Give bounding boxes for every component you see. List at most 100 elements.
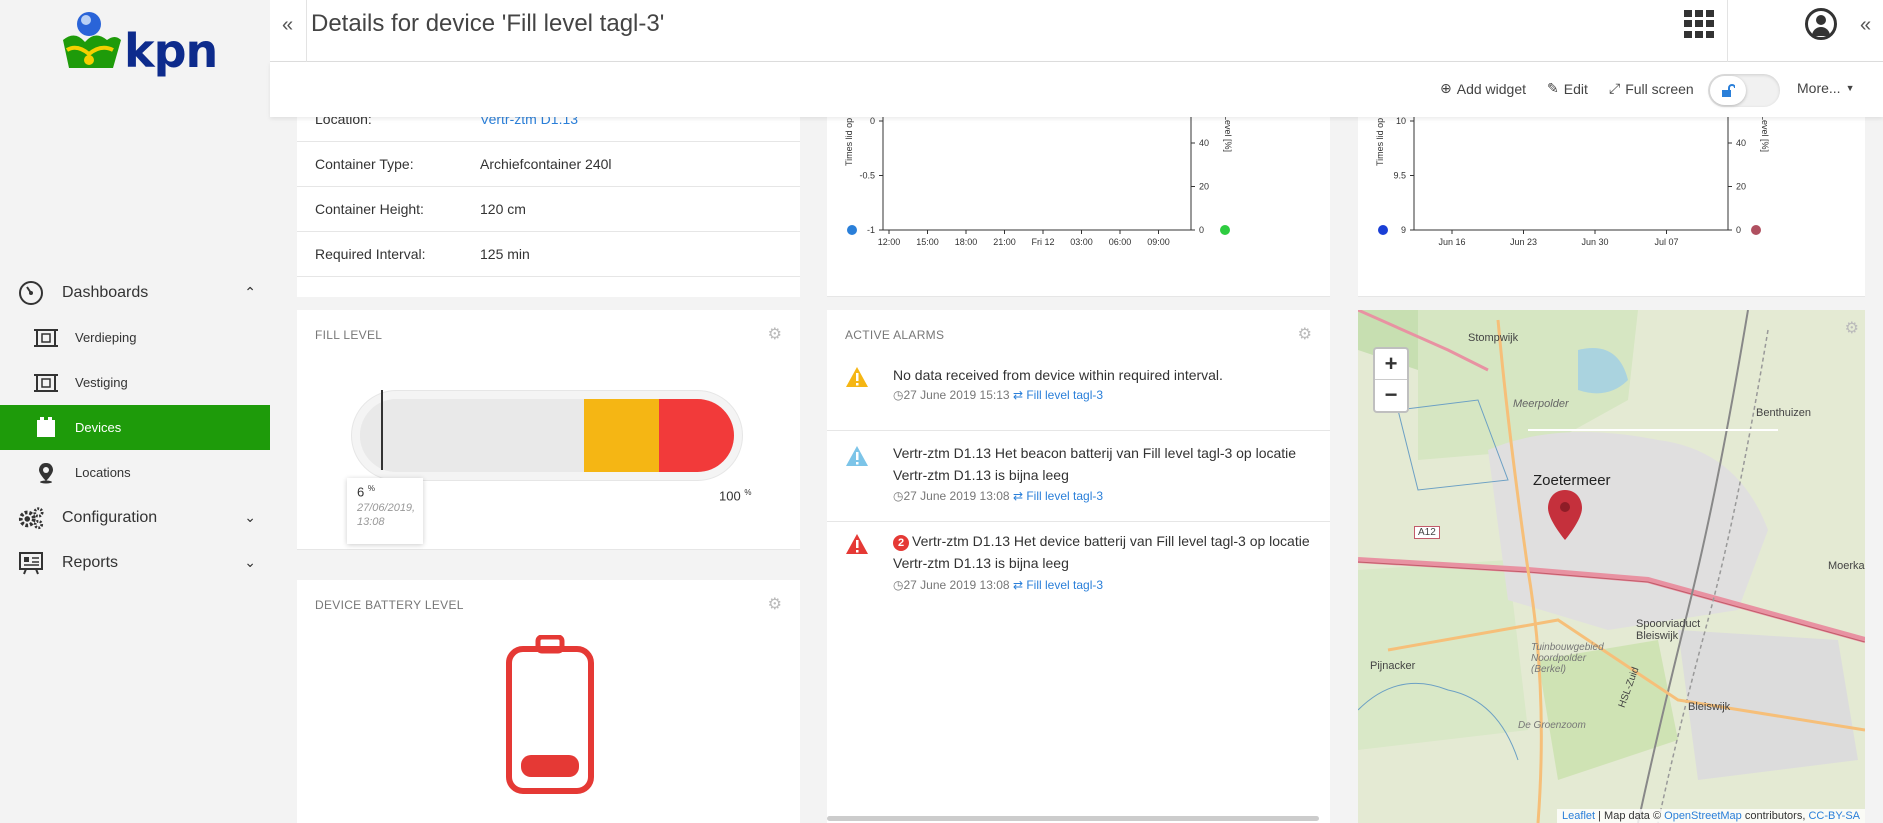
gear-icon[interactable]: ⚙ (768, 594, 782, 614)
y-axis-label-right: Level [%] (1223, 117, 1233, 152)
floorplan-icon (34, 327, 58, 349)
sidebar-item-label: Verdieping (75, 330, 137, 345)
alarm-device-link[interactable]: Fill level tagl-3 (1026, 578, 1103, 592)
info-key: Container Type: (315, 156, 414, 172)
lock-toggle[interactable] (1708, 74, 1780, 107)
map-label: Pijnacker (1370, 660, 1416, 672)
x-tick-label: 03:00 (1070, 237, 1093, 247)
floorplan-icon (34, 372, 58, 394)
y-tick-label: 9.5 (1393, 171, 1406, 181)
alarm-time: 27 June 2019 13:08 (903, 489, 1010, 503)
gear-icon[interactable]: ⚙ (768, 324, 782, 344)
y-tick-label: 10 (1396, 117, 1406, 126)
info-value: Archiefcontainer 240l (480, 156, 612, 172)
fill-level-gauge (351, 390, 743, 481)
max-unit: % (744, 488, 752, 497)
x-tick-label: Jun 30 (1581, 237, 1608, 247)
device-info-widget: Location: Vertr-ztm D1.13 Container Type… (297, 117, 800, 297)
alarm-device-link[interactable]: Fill level tagl-3 (1026, 388, 1103, 402)
battery-low-icon (506, 635, 594, 794)
warning-icon (846, 367, 868, 387)
series-legend-dot (1220, 225, 1230, 235)
x-tick-label: Jun 23 (1510, 237, 1537, 247)
more-label: More... (1797, 80, 1841, 96)
chevron-up-icon: ⌃ (244, 284, 256, 300)
y-axis-label-left: Times lid op (844, 118, 854, 166)
fill-max-label: 100 % (719, 488, 751, 503)
plus-circle-icon: ⊕ (1440, 80, 1452, 96)
max-value: 100 (719, 488, 741, 504)
osm-link[interactable]: OpenStreetMap (1664, 810, 1742, 822)
clock-icon: ◷ (893, 578, 904, 592)
expand-icon: ⤢ (1609, 80, 1621, 96)
license-link[interactable]: CC-BY-SA (1808, 810, 1860, 822)
x-tick-label: 18:00 (955, 237, 978, 247)
zoom-in-button[interactable]: + (1375, 349, 1407, 380)
chart-svg: 10 9.5 9 40 20 0 Jun 16 Jun 23 Jun 30 Jul 07 Times… (1375, 117, 1770, 247)
gear-icon[interactable]: ⚙ (1845, 318, 1859, 338)
horizontal-scrollbar[interactable] (827, 816, 1319, 821)
gear-icon[interactable]: ⚙ (1298, 324, 1312, 344)
info-value: 125 min (480, 246, 530, 262)
kpn-logo[interactable]: kpn (55, 10, 225, 85)
y-axis-label-right: Level [%] (1760, 117, 1770, 152)
add-widget-button[interactable]: ⊕ Add widget (1440, 80, 1526, 97)
zoom-out-button[interactable]: − (1375, 380, 1407, 411)
map-label: Bleiswijk (1688, 701, 1731, 713)
battery-level-widget: DEVICE BATTERY LEVEL ⚙ (297, 580, 800, 823)
sidebar-item-configuration[interactable]: Configuration ⌄ (0, 495, 270, 540)
x-tick-label: Jun 16 (1438, 237, 1465, 247)
more-dropdown[interactable]: More... ▼ (1797, 80, 1855, 96)
chevron-down-icon: ⌄ (244, 509, 256, 525)
y-tick-label-right: 20 (1199, 182, 1209, 192)
sidebar-item-dashboards[interactable]: Dashboards ⌃ (0, 270, 270, 315)
alarm-item[interactable]: No data received from device within requ… (827, 355, 1330, 431)
x-tick-label: Jul 07 (1654, 237, 1678, 247)
full-screen-button[interactable]: ⤢ Full screen (1609, 80, 1694, 97)
alarm-item[interactable]: 2 Vertr-ztm D1.13 Het device batterij van… (827, 522, 1330, 613)
sidebar-item-devices[interactable]: Devices (0, 405, 270, 450)
critical-icon (846, 534, 868, 554)
map-widget[interactable]: + − ⚙ Stompwijk Meerpolder Benthuizen Zo… (1358, 310, 1865, 823)
info-value: 120 cm (480, 201, 526, 217)
map-attribution: Leaflet | Map data © OpenStreetMap contr… (1557, 809, 1865, 823)
sidebar-item-reports[interactable]: Reports ⌄ (0, 540, 270, 585)
sidebar-item-verdieping[interactable]: Verdieping (0, 315, 270, 360)
y-tick-label-right: 40 (1736, 138, 1746, 148)
chevron-down-icon: ⌄ (244, 554, 256, 570)
fill-level-marker (381, 390, 384, 470)
map-label: Benthuizen (1756, 407, 1812, 419)
report-icon (18, 550, 44, 576)
sidebar-item-vestiging[interactable]: Vestiging (0, 360, 270, 405)
user-account-icon[interactable] (1805, 8, 1837, 40)
map-label: Meerpolder (1513, 398, 1569, 410)
info-row: Location: Vertr-ztm D1.13 (297, 117, 800, 142)
info-row: Container Height: 120 cm (297, 187, 800, 232)
alarm-meta: ◷27 June 2019 13:08 ⇄ Fill level tagl-3 (893, 578, 1103, 592)
x-tick-label: 12:00 (878, 237, 901, 247)
info-value-link[interactable]: Vertr-ztm D1.13 (480, 117, 578, 127)
apps-grid-icon[interactable] (1684, 10, 1714, 38)
alarm-message-wrapper: 2 Vertr-ztm D1.13 Het device batterij van… (893, 530, 1313, 574)
alarm-device-link[interactable]: Fill level tagl-3 (1026, 489, 1103, 503)
sidebar-item-label: Locations (75, 465, 131, 480)
info-row: Required Interval: 125 min (297, 232, 800, 277)
map-tiles (1358, 310, 1865, 823)
caret-down-icon: ▼ (1845, 83, 1855, 93)
fill-date: 27/06/2019, 13:08 (357, 502, 416, 529)
collapse-right-icon[interactable]: « (1860, 14, 1871, 37)
series-legend-dot (1378, 225, 1388, 235)
x-tick-label: 21:00 (993, 237, 1016, 247)
x-tick-label: Fri 12 (1031, 237, 1054, 247)
sidebar-item-locations[interactable]: Locations (0, 450, 270, 495)
page-header: « Details for device 'Fill level tagl-3'… (270, 0, 1883, 62)
active-alarms-widget: ACTIVE ALARMS ⚙ No data received from de… (827, 310, 1330, 823)
edit-button[interactable]: ✎ Edit (1547, 80, 1588, 97)
map-label: A12 (1414, 526, 1440, 539)
attribution-text: | Map data © (1595, 810, 1665, 822)
alarm-item[interactable]: Vertr-ztm D1.13 Het beacon batterij van … (827, 431, 1330, 522)
map-label: Stompwijk (1468, 332, 1519, 344)
leaflet-link[interactable]: Leaflet (1562, 810, 1595, 822)
collapse-sidebar-icon[interactable]: « (282, 14, 293, 37)
clock-icon: ◷ (893, 489, 904, 503)
